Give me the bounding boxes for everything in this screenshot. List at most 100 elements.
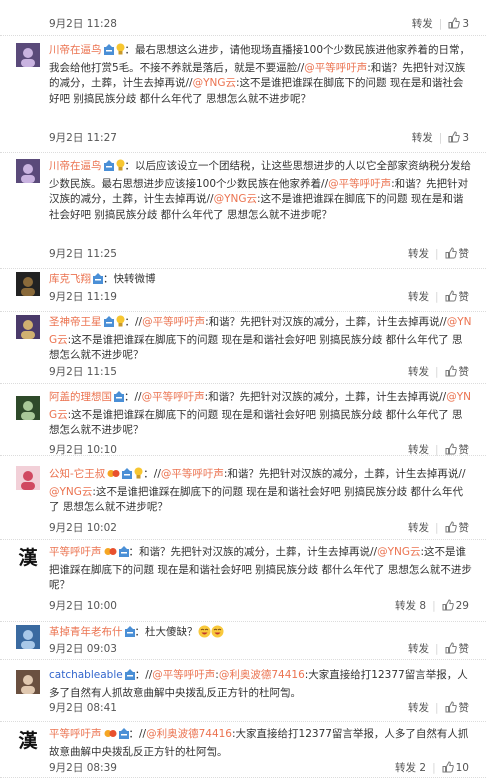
comment-actions: 转发 | 赞 [408,246,469,262]
comment-body: 平等呼吁声 ：//@利奥波德74416:大家直接给打12377留言举报，人多了自然… [49,727,473,776]
repost-button[interactable]: 转发 [408,246,429,261]
repost-button[interactable]: 转发 [408,641,429,656]
like-label: 赞 [458,522,470,534]
username-link[interactable]: 公知-它王叔 [49,468,105,480]
comment-prefix: ：// [128,728,147,740]
username-link[interactable]: 川帝在逼鸟 [49,160,102,172]
comment-actions: 转发 | 赞 [408,641,469,657]
avatar[interactable] [16,625,40,649]
mention-link[interactable]: @平等呼吁声 [161,468,224,480]
avatar[interactable] [16,670,40,694]
like-count: 29 [455,600,469,612]
repost-button[interactable]: 转发 [408,700,429,715]
avatar[interactable]: 漢 [16,545,40,569]
repost-count: 8 [419,600,427,612]
comment-text: 圣神帝王星 ：//@平等呼吁声:和谐？先把针对汉族的减分，土葬，计生去掉再说//@… [49,315,473,364]
like-button[interactable]: 3 [448,17,469,32]
timestamp: 9月2日 11:28 [49,18,117,30]
username-link[interactable]: 革掉青年老布什 [49,626,123,638]
lightbulb-icon [116,315,125,333]
username-link[interactable]: 圣神帝王星 [49,316,102,328]
comment-actions: 转发 | 3 [412,16,469,32]
member-badge-icon [118,546,129,563]
comment-prefix: ：// [124,391,142,403]
mention-link[interactable]: @利奥波德74416 [146,728,232,740]
divider: | [434,366,439,378]
avatar[interactable] [16,396,40,420]
comment-text: 阿盖的理想国 ：//@平等呼吁声:和谐？先把针对汉族的减分，土葬，计生去掉再说//… [49,390,473,439]
comment-body: 川帝在逼鸟 ：以后应该设立一个团结税，让这些思想进步的人以它全部家资纳税分发给少数… [49,159,473,262]
avatar[interactable] [16,43,40,67]
comment-actions: 转发 | 赞 [408,520,469,536]
like-button[interactable]: 10 [442,761,469,776]
repost-button[interactable]: 转发 [408,520,429,535]
comment-meta: 9月2日 09:03 转发 | 赞 [49,641,473,657]
like-button[interactable]: 3 [448,131,469,146]
comment-meta: 9月2日 11:28 转发 | 3 [49,16,473,32]
comment-item: 阿盖的理想国 ：//@平等呼吁声:和谐？先把针对汉族的减分，土葬，计生去掉再说//… [0,384,486,456]
comment-body: 阿盖的理想国 ：//@平等呼吁声:和谐？先把针对汉族的减分，土葬，计生去掉再说//… [49,390,473,458]
mention-link[interactable]: @平等呼吁声 [304,62,367,74]
repost-label: 转发 [395,762,417,774]
avatar[interactable] [16,466,40,490]
repost-label: 转发 [407,291,429,303]
avatar[interactable]: 漢 [16,728,40,752]
username-link[interactable]: 川帝在逼鸟 [49,44,102,56]
comment-text: 公知-它王叔 ：//@平等呼吁声:和谐？先把针对汉族的减分，土葬，计生去掉再说//… [49,467,473,516]
mention-link[interactable]: @利奥波德74416 [219,669,305,681]
comment-meta: 9月2日 10:02 转发 | 赞 [49,520,473,536]
username-link[interactable]: 库克飞翔 [49,273,91,285]
divider: | [434,444,439,456]
like-button[interactable]: 赞 [445,520,470,536]
member-badge-icon [122,468,133,485]
repost-button[interactable]: 转发 8 [395,598,426,613]
repost-label: 转发 [407,643,429,655]
username-link[interactable]: catchableable [49,669,123,681]
timestamp: 9月2日 10:00 [49,600,117,612]
repost-button[interactable]: 转发 [412,16,433,31]
repost-button[interactable]: 转发 [408,364,429,379]
mention-link[interactable]: @YNG云 [377,546,420,558]
comment-body: 平等呼吁声 ：和谐？先把针对汉族的减分，土葬，计生去掉再说//@YNG云:这不是谁… [49,545,473,614]
comment-item: 革掉青年老布什 ：杜大傻缺？ 9月2日 09:03 转发 | 赞 [0,622,486,660]
lightbulb-icon [116,159,125,177]
mention-link[interactable]: @YNG云 [214,193,257,205]
like-label: 赞 [458,702,470,714]
timestamp: 9月2日 11:25 [49,248,117,260]
repost-count: 2 [419,762,427,774]
username-link[interactable]: 平等呼吁声 [49,728,102,740]
like-button[interactable]: 赞 [445,700,470,716]
divider: | [434,702,439,714]
repost-button[interactable]: 转发 [408,289,429,304]
mention-link[interactable]: @YNG云 [193,77,236,89]
repost-button[interactable]: 转发 [408,442,429,457]
divider: | [432,762,436,774]
repost-button[interactable]: 转发 [412,130,433,145]
thumbs-up-icon [445,247,457,262]
like-button[interactable]: 29 [442,599,469,614]
like-button[interactable]: 赞 [445,364,470,380]
like-button[interactable]: 赞 [445,246,469,262]
member-badge-icon [114,391,124,408]
member-badge-icon [93,273,103,290]
username-link[interactable]: 平等呼吁声 [49,546,102,558]
mention-link[interactable]: @平等呼吁声 [142,391,205,403]
avatar[interactable] [16,272,40,296]
username-link[interactable]: 阿盖的理想国 [49,391,112,403]
comment-meta: 9月2日 10:00 转发 8 | 29 [49,598,473,614]
comment-middle: :和谐？先把针对汉族的减分，土葬，计生去掉再说// [223,468,466,480]
like-label: 赞 [458,366,470,378]
mention-link[interactable]: @平等呼吁声 [152,669,215,681]
like-count: 3 [462,18,469,30]
mention-link[interactable]: @平等呼吁声 [142,316,205,328]
like-button[interactable]: 赞 [445,289,469,305]
avatar[interactable] [16,315,40,339]
repost-label: 转发 [407,702,429,714]
mention-link[interactable]: @平等呼吁声 [328,178,391,190]
member-badge-icon [103,316,114,333]
repost-button[interactable]: 转发 2 [395,760,426,775]
like-button[interactable]: 赞 [445,641,469,657]
mention-link[interactable]: @YNG云 [49,486,92,498]
thumbs-up-icon [445,521,457,536]
avatar[interactable] [16,159,40,183]
